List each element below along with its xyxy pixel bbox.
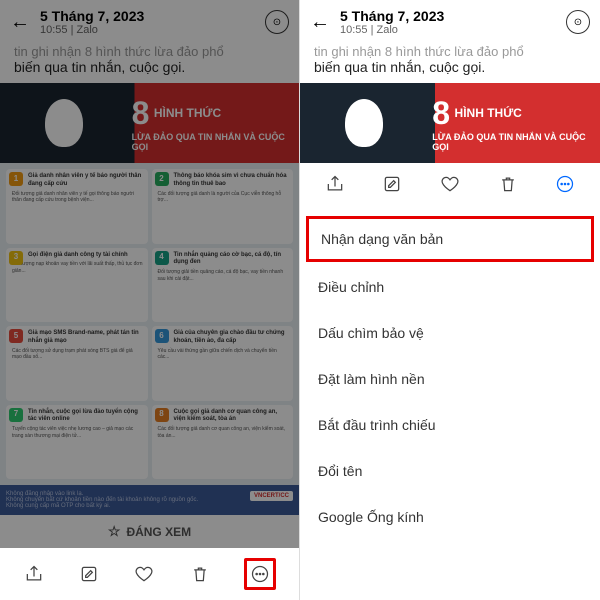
- menu-google-lens[interactable]: Google Ống kính: [300, 494, 600, 540]
- menu-rename[interactable]: Đổi tên: [300, 448, 600, 494]
- more-icon[interactable]: [554, 173, 576, 195]
- scan-icon[interactable]: ⊙: [265, 10, 289, 34]
- footer-warning: VNCERT/CC Không đăng nhập vào link lạ. K…: [0, 485, 299, 515]
- menu-adjust[interactable]: Điều chỉnh: [300, 264, 600, 310]
- screen-right: ← 5 Tháng 7, 2023 10:55 | Zalo ⊙ tin ghi…: [300, 0, 600, 600]
- card-7: 7Tin nhắn, cuộc gọi lừa đảo tuyển cộng t…: [6, 405, 148, 480]
- menu-text-recognition[interactable]: Nhận dạng văn bản: [306, 216, 594, 262]
- share-icon[interactable]: [324, 173, 346, 195]
- more-icon[interactable]: [249, 563, 271, 585]
- header-info: 5 Tháng 7, 2023 10:55 | Zalo: [40, 8, 255, 36]
- screen-left: ← 5 Tháng 7, 2023 10:55 | Zalo ⊙ tin ghi…: [0, 0, 300, 600]
- header: ← 5 Tháng 7, 2023 10:55 | Zalo ⊙: [300, 0, 600, 44]
- mask-graphic: [0, 83, 128, 163]
- card-8: 8Cuộc gọi giả danh cơ quan công an, viện…: [152, 405, 294, 480]
- hero-text: 8 HÌNH THỨC LỪA ĐẢO QUA TIN NHẮN VÀ CUỘC…: [428, 91, 600, 156]
- menu-watermark[interactable]: Dấu chìm bảo vệ: [300, 310, 600, 356]
- menu-wallpaper[interactable]: Đặt làm hình nền: [300, 356, 600, 402]
- card-4: 4Tin nhắn quảng cáo cờ bạc, cá độ, tín d…: [152, 248, 294, 323]
- header-sub: 10:55 | Zalo: [40, 24, 255, 36]
- header-sub: 10:55 | Zalo: [340, 24, 556, 36]
- toolbar: [0, 548, 299, 600]
- heart-icon[interactable]: [439, 173, 461, 195]
- trash-icon[interactable]: [189, 563, 211, 585]
- hero-text: 8 HÌNH THỨC LỪA ĐẢO QUA TIN NHẮN VÀ CUỘC…: [128, 91, 299, 156]
- back-icon[interactable]: ←: [10, 11, 30, 34]
- toolbar: [300, 163, 600, 205]
- heart-icon[interactable]: [133, 563, 155, 585]
- menu-details[interactable]: Chi tiết: [300, 540, 600, 552]
- header-date: 5 Tháng 7, 2023: [340, 8, 556, 24]
- star-icon: ☆: [108, 523, 121, 540]
- header-date: 5 Tháng 7, 2023: [40, 8, 255, 24]
- card-3: 3Gọi điện giả danh công ty tài chínhĐối …: [6, 248, 148, 323]
- card-5: 5Giả mạo SMS Brand-name, phát tán tin nh…: [6, 326, 148, 401]
- edit-icon[interactable]: [381, 173, 403, 195]
- edit-icon[interactable]: [78, 563, 100, 585]
- trash-icon[interactable]: [497, 173, 519, 195]
- back-icon[interactable]: ←: [310, 11, 330, 34]
- highlight-more: [244, 558, 276, 590]
- worth-watching[interactable]: ☆ĐÁNG XEM: [0, 515, 299, 548]
- scan-icon[interactable]: ⊙: [566, 10, 590, 34]
- card-1: 1Giả danh nhân viên y tế báo người thân …: [6, 169, 148, 244]
- card-2: 2Thông báo khóa sim vì chưa chuẩn hóa th…: [152, 169, 294, 244]
- hero-banner: 8 HÌNH THỨC LỪA ĐẢO QUA TIN NHẮN VÀ CUỘC…: [0, 83, 299, 163]
- mask-graphic: [300, 83, 428, 163]
- article-text: tin ghi nhận 8 hình thức lừa đảo phổ biế…: [0, 44, 299, 83]
- menu-slideshow[interactable]: Bắt đầu trình chiếu: [300, 402, 600, 448]
- article-text: tin ghi nhận 8 hình thức lừa đảo phổ biế…: [300, 44, 600, 83]
- share-icon[interactable]: [23, 563, 45, 585]
- header-info: 5 Tháng 7, 2023 10:55 | Zalo: [340, 8, 556, 36]
- vncert-badge: VNCERT/CC: [250, 491, 293, 501]
- cards-grid: 1Giả danh nhân viên y tế báo người thân …: [0, 163, 299, 485]
- action-sheet: Thêm vào album Nhận dạng văn bản Điều ch…: [300, 168, 600, 552]
- card-6: 6Giả của chuyên gia chào đầu tư chứng kh…: [152, 326, 294, 401]
- hero-banner: 8 HÌNH THỨC LỪA ĐẢO QUA TIN NHẮN VÀ CUỘC…: [300, 83, 600, 163]
- header: ← 5 Tháng 7, 2023 10:55 | Zalo ⊙: [0, 0, 299, 44]
